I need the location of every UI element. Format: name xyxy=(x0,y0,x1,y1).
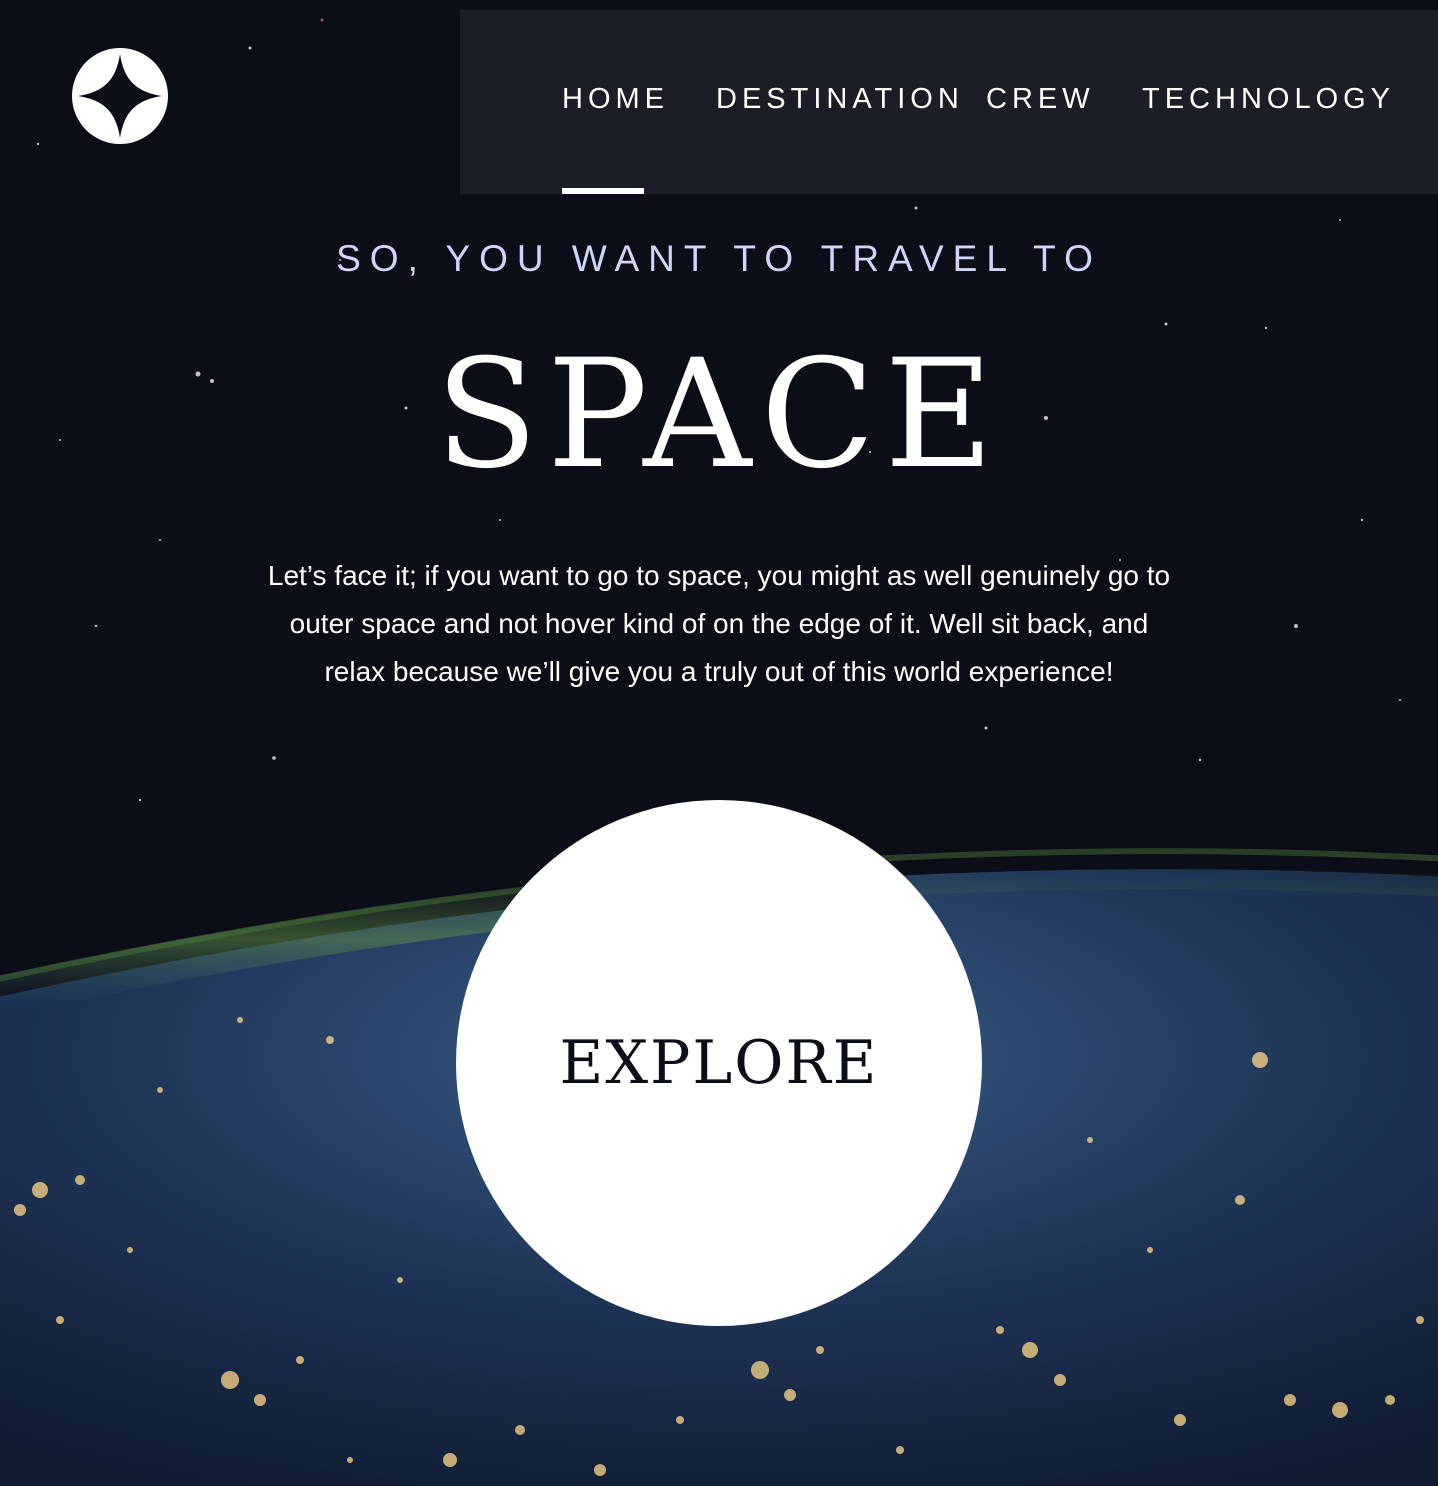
nav-item-destination[interactable]: DESTINATION xyxy=(716,10,964,194)
hero-kicker: SO, YOU WANT TO TRAVEL TO xyxy=(336,238,1102,279)
nav-item-home[interactable]: HOME xyxy=(562,10,669,194)
explore-button[interactable]: EXPLORE xyxy=(456,800,982,1326)
logo[interactable] xyxy=(72,48,168,144)
hero-description: Let’s face it; if you want to go to spac… xyxy=(267,560,1171,687)
hero-title: SPACE xyxy=(435,328,1003,502)
explore-button-label: EXPLORE xyxy=(559,1028,879,1098)
four-point-star-icon xyxy=(72,48,168,144)
nav-item-technology[interactable]: TECHNOLOGY xyxy=(1142,10,1395,194)
nav-item-crew[interactable]: CREW xyxy=(986,10,1095,194)
primary-nav: HOME DESTINATION CREW TECHNOLOGY xyxy=(460,10,1438,194)
